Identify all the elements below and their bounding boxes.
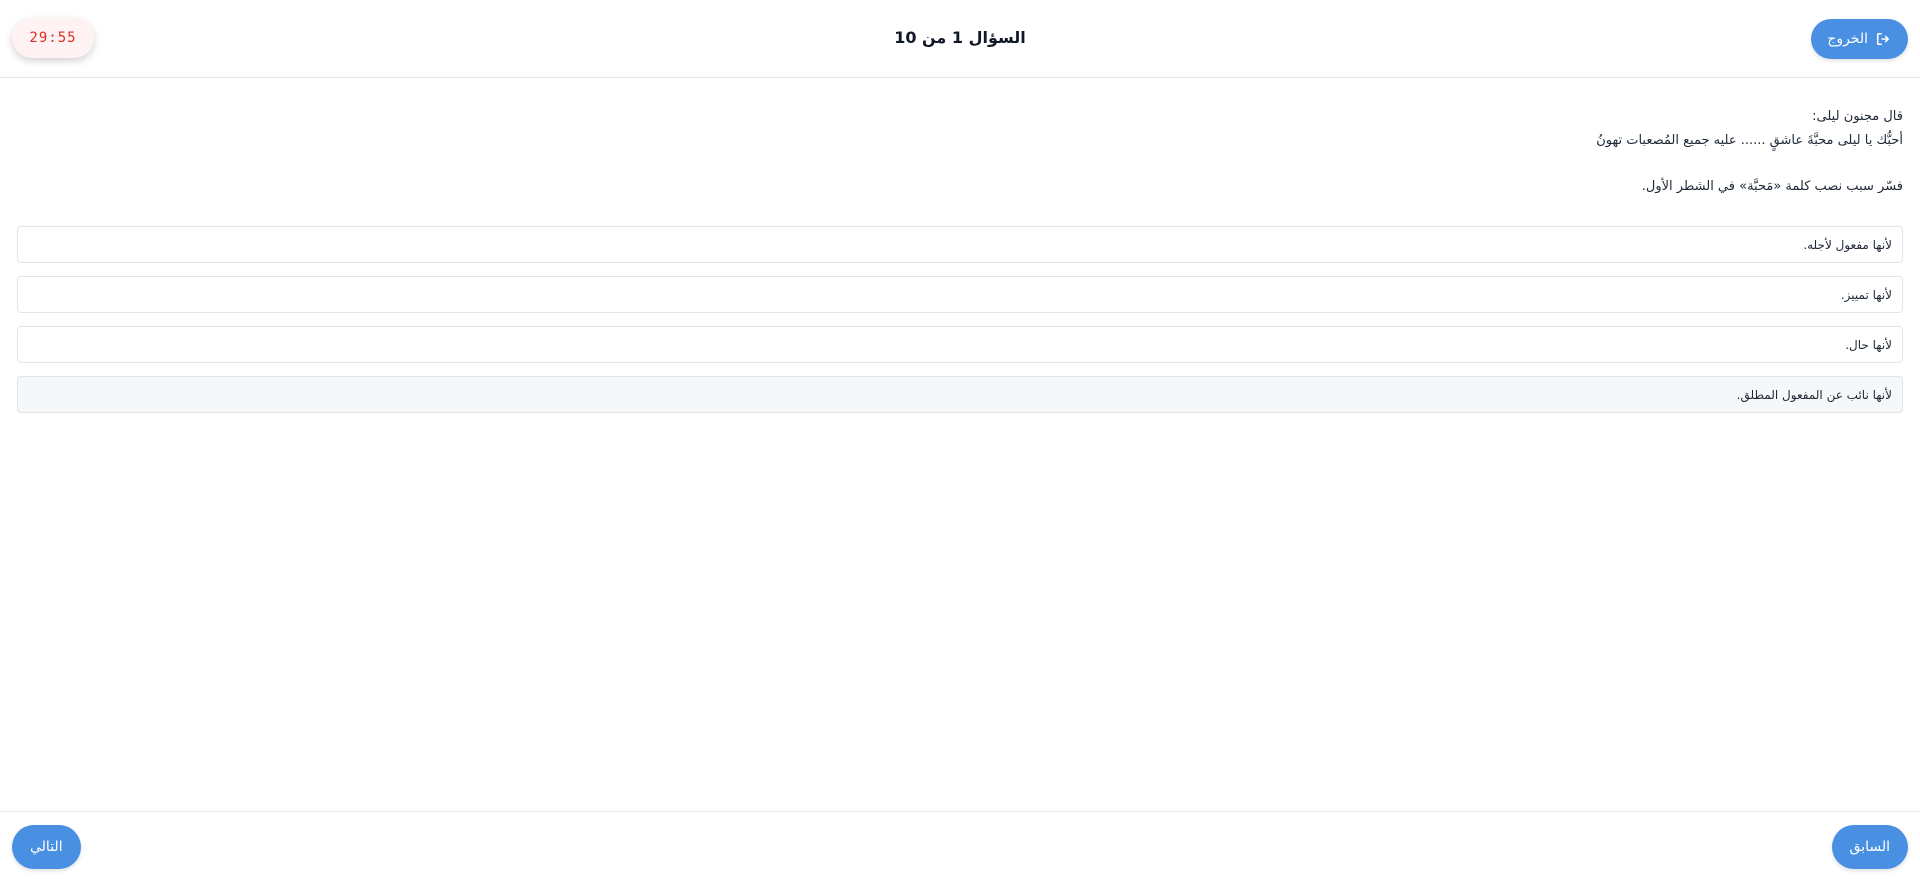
quiz-footer: السابق التالي: [0, 811, 1920, 879]
answer-option[interactable]: لأنها نائب عن المفعول المطلق.: [17, 376, 1903, 413]
answer-option[interactable]: لأنها حال.: [17, 326, 1903, 363]
answer-option[interactable]: لأنها تمييز.: [17, 276, 1903, 313]
page-title: السؤال 1 من 10: [894, 28, 1026, 47]
next-button[interactable]: التالي: [12, 825, 81, 869]
question-verse: أحبُّك يا ليلى محبَّةَ عاشقٍ ...... عليه…: [1596, 133, 1903, 148]
answer-option-label: لأنها نائب عن المفعول المطلق.: [1736, 387, 1892, 402]
answer-option[interactable]: لأنها مفعول لأجله.: [17, 226, 1903, 263]
quiz-header: الخروج السؤال 1 من 10 29:55: [0, 0, 1920, 78]
quiz-app: الخروج السؤال 1 من 10 29:55 قال مجنون لي…: [0, 0, 1920, 879]
answer-option-label: لأنها تمييز.: [1840, 287, 1892, 302]
question-text: قال مجنون ليلى: أحبُّك يا ليلى محبَّةَ ع…: [17, 105, 1903, 199]
answer-option-label: لأنها حال.: [1845, 337, 1892, 352]
countdown-timer: 29:55: [12, 18, 94, 58]
answer-options: لأنها مفعول لأجله. لأنها تمييز. لأنها حا…: [17, 226, 1903, 426]
previous-button[interactable]: السابق: [1831, 825, 1908, 869]
question-intro: قال مجنون ليلى:: [1812, 109, 1903, 124]
answer-option-label: لأنها مفعول لأجله.: [1803, 237, 1892, 252]
question-prompt: فسّر سبب نصب كلمة «مَحبَّة» في الشطر الأ…: [1641, 179, 1903, 194]
